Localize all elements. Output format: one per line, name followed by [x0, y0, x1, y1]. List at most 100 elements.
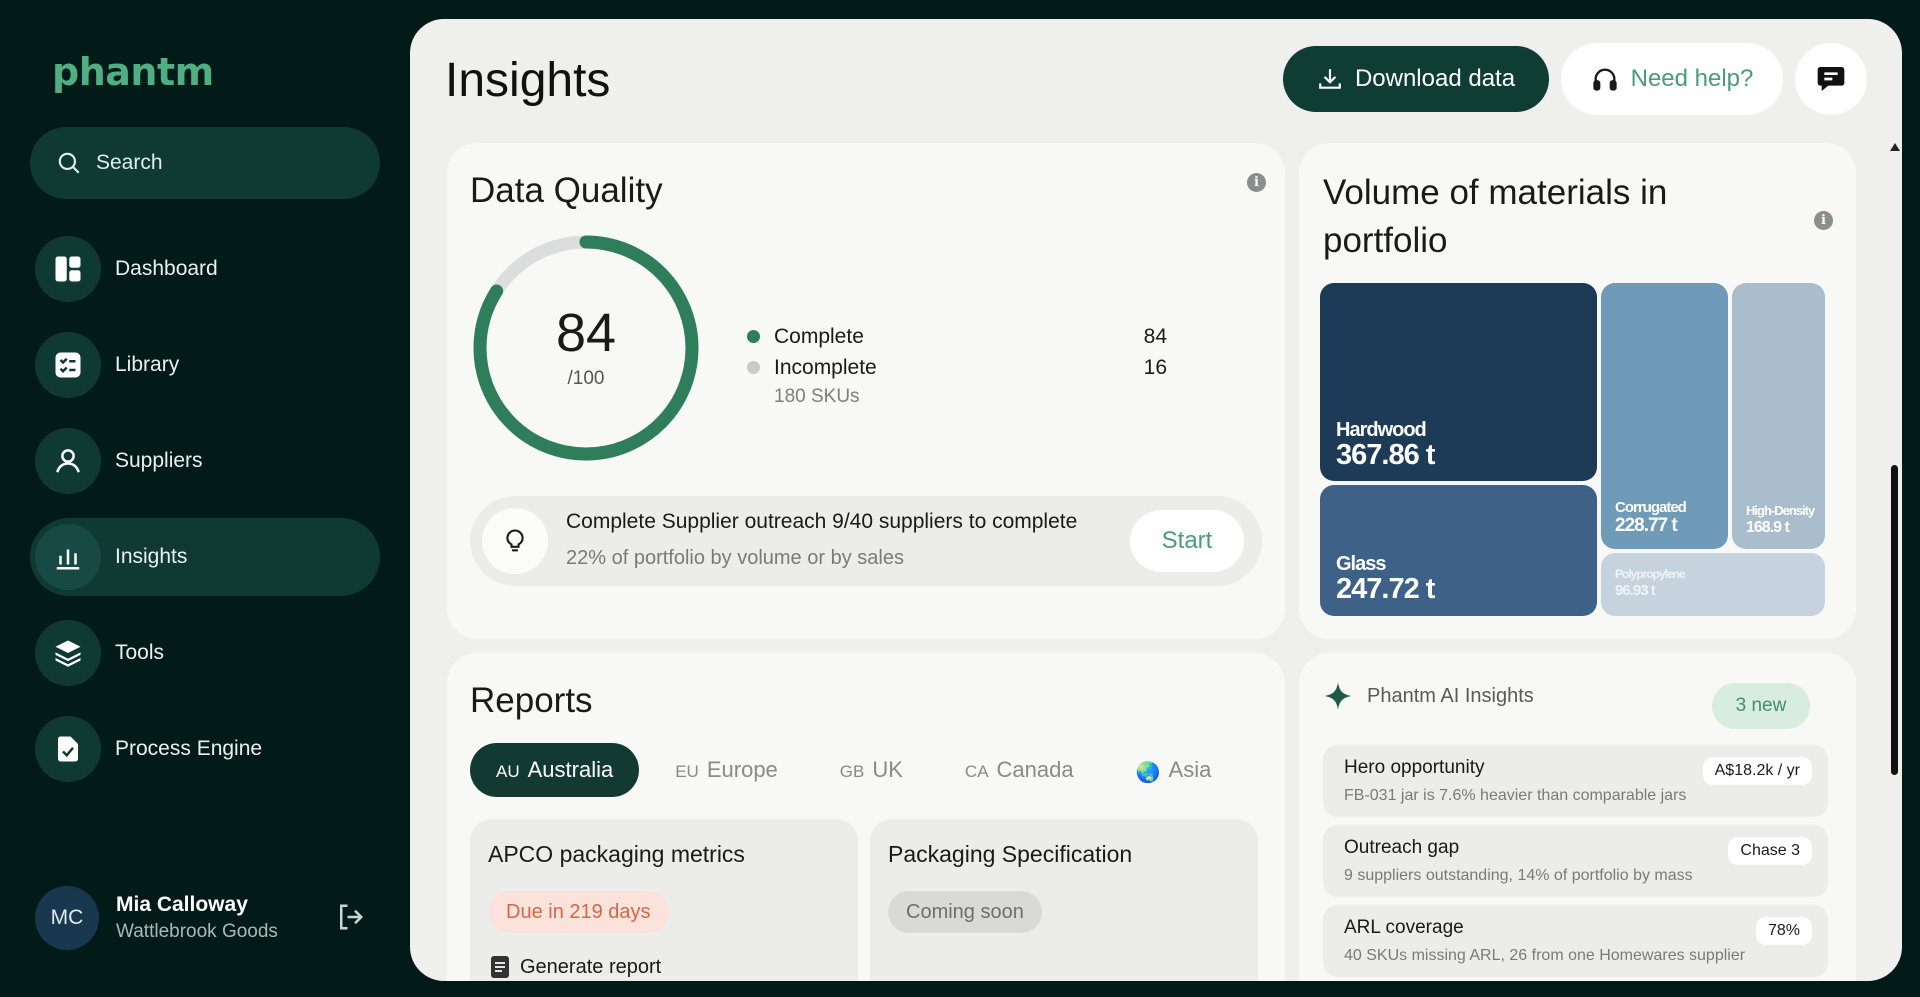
material-value: 367.86 t	[1336, 439, 1435, 471]
sparkle-icon	[1324, 682, 1352, 710]
sidebar-item-dashboard[interactable]: Dashboard	[30, 230, 380, 308]
material-name: Polypropylene	[1615, 567, 1686, 581]
user-org: Wattlebrook Goods	[116, 921, 278, 942]
due-badge: Due in 219 days	[488, 891, 669, 933]
legend-value: 16	[1143, 355, 1167, 379]
avatar[interactable]: MC	[35, 886, 99, 950]
legend-value: 84	[1143, 324, 1167, 348]
outreach-banner: Complete Supplier outreach 9/40 supplier…	[470, 496, 1262, 586]
tab-label: Asia	[1168, 757, 1212, 782]
score-denominator: /100	[567, 368, 605, 389]
reports-card: Reports AU Australia EU Europe GB UK CA …	[447, 653, 1285, 981]
score-value: 84	[555, 303, 617, 363]
main-panel: Insights Download data Need help? Data Q…	[410, 19, 1902, 981]
tab-europe[interactable]: EU Europe	[649, 743, 804, 797]
lightbulb-icon	[482, 508, 548, 574]
legend-label: Complete	[774, 324, 864, 348]
insight-subtitle: 9 suppliers outstanding, 14% of portfoli…	[1344, 867, 1693, 884]
sidebar-item-suppliers[interactable]: Suppliers	[30, 422, 380, 500]
info-icon[interactable]: i	[1247, 173, 1266, 192]
tab-uk[interactable]: GB UK	[814, 743, 929, 797]
download-data-button[interactable]: Download data	[1283, 46, 1549, 112]
tab-canada[interactable]: CA Canada	[939, 743, 1100, 797]
material-name: Corrugated	[1615, 499, 1687, 516]
bar-chart-icon	[35, 524, 101, 590]
sidebar-item-label: Insights	[115, 545, 188, 568]
sidebar-item-insights[interactable]: Insights	[30, 518, 380, 596]
checklist-icon	[35, 332, 101, 398]
new-count-badge[interactable]: 3 new	[1712, 683, 1810, 729]
download-icon	[1319, 69, 1341, 89]
report-card-apco[interactable]: APCO packaging metrics Due in 219 days G…	[470, 819, 858, 981]
ai-insights-title: Phantm AI Insights	[1367, 684, 1534, 707]
info-icon[interactable]: i	[1814, 211, 1833, 230]
treemap-tile-polypropylene[interactable]: Polypropylene 96.93 t	[1601, 553, 1825, 616]
outreach-subtitle: 22% of portfolio by volume or by sales	[566, 547, 904, 569]
tab-label: UK	[872, 757, 903, 782]
search-label: Search	[96, 151, 163, 174]
headphones-icon	[1592, 68, 1617, 91]
material-value: 96.93 t	[1615, 582, 1656, 599]
report-card-packaging-spec[interactable]: Packaging Specification Coming soon	[870, 819, 1258, 981]
volume-card: Volume of materials in portfolio i Hardw…	[1299, 143, 1856, 639]
treemap-tile-hardwood[interactable]: Hardwood 367.86 t	[1320, 283, 1597, 481]
search-icon	[58, 152, 80, 174]
insight-title: ARL coverage	[1344, 917, 1464, 938]
page-title: Insights	[445, 54, 611, 107]
start-button[interactable]: Start	[1130, 510, 1244, 572]
region-tabs: AU Australia EU Europe GB UK CA Canada 🌏…	[470, 743, 1247, 797]
sidebar: phantm Search Dashboard Library Supplier…	[0, 0, 410, 997]
treemap-tile-high-density[interactable]: High-Density 168.9 t	[1732, 283, 1825, 549]
sidebar-item-tools[interactable]: Tools	[30, 614, 380, 692]
insight-subtitle: 40 SKUs missing ARL, 26 from one Homewar…	[1344, 947, 1746, 964]
tab-australia[interactable]: AU Australia	[470, 743, 640, 797]
sidebar-item-label: Tools	[115, 641, 165, 664]
file-check-icon	[35, 716, 101, 782]
generate-report-link[interactable]: Generate report	[490, 955, 661, 979]
report-title: APCO packaging metrics	[488, 841, 745, 867]
insight-outreach-gap[interactable]: Outreach gap 9 suppliers outstanding, 14…	[1323, 825, 1828, 897]
sidebar-item-label: Process Engine	[115, 737, 263, 760]
region-code: GB	[839, 762, 865, 781]
insight-hero-opportunity[interactable]: Hero opportunity FB-031 jar is 7.6% heav…	[1323, 745, 1828, 817]
region-code: CA	[964, 762, 989, 781]
treemap-tile-glass[interactable]: Glass 247.72 t	[1320, 485, 1597, 616]
coming-soon-badge: Coming soon	[888, 891, 1042, 933]
scroll-up-arrow[interactable]	[1890, 143, 1900, 151]
legend-dot	[747, 330, 760, 343]
logout-icon[interactable]	[335, 902, 365, 932]
material-name: High-Density	[1746, 503, 1815, 518]
outreach-title: Complete Supplier outreach 9/40 supplier…	[566, 510, 1078, 533]
treemap-tile-corrugated[interactable]: Corrugated 228.77 t	[1601, 283, 1728, 549]
person-icon	[35, 428, 101, 494]
insight-arl-coverage[interactable]: ARL coverage 40 SKUs missing ARL, 26 fro…	[1323, 905, 1828, 977]
sidebar-item-process-engine[interactable]: Process Engine	[30, 710, 380, 788]
report-title: Packaging Specification	[888, 841, 1133, 867]
reports-title: Reports	[470, 681, 593, 720]
search-input[interactable]: Search	[30, 127, 380, 199]
scrollbar-thumb[interactable]	[1891, 465, 1898, 775]
document-icon	[491, 956, 509, 978]
dashboard-icon	[35, 236, 101, 302]
phantm-logo[interactable]: phantm	[52, 50, 214, 94]
ai-insights-card: Phantm AI Insights 3 new Hero opportunit…	[1299, 653, 1856, 981]
material-value: 228.77 t	[1615, 515, 1678, 536]
data-quality-card: Data Quality i 84 /100 Complete 84 Incom…	[447, 143, 1285, 639]
globe-icon: 🌏	[1135, 761, 1161, 784]
tab-asia[interactable]: 🌏 Asia	[1110, 743, 1238, 797]
material-value: 168.9 t	[1746, 519, 1790, 536]
material-value: 247.72 t	[1336, 573, 1435, 605]
legend-dot	[747, 361, 760, 374]
generate-report-label: Generate report	[520, 955, 662, 978]
sidebar-item-label: Suppliers	[115, 449, 203, 472]
data-quality-legend: Complete 84 Incomplete 16 180 SKUs	[747, 321, 1167, 411]
insight-title: Hero opportunity	[1344, 757, 1485, 778]
sidebar-item-library[interactable]: Library	[30, 326, 380, 404]
tab-label: Europe	[706, 757, 778, 782]
insight-title: Outreach gap	[1344, 837, 1460, 858]
chat-button[interactable]	[1795, 43, 1867, 115]
tab-label: Australia	[527, 757, 614, 782]
need-help-button[interactable]: Need help?	[1561, 43, 1783, 115]
sidebar-item-label: Library	[115, 353, 180, 376]
insight-badge: Chase 3	[1728, 837, 1812, 865]
